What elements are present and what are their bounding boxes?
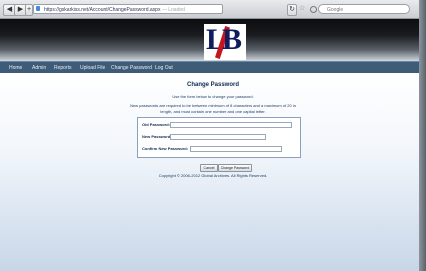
address-bar[interactable]: https://gskarkiss.net/Account/ChangePass…: [33, 4, 223, 14]
confirm-password-field[interactable]: [190, 146, 282, 152]
change-password-form: Old Password: New Password: Confirm New …: [137, 117, 301, 158]
search-icon: [310, 6, 317, 13]
browser-toolbar: ◀ ▶ + https://gskarkiss.net/Account/Chan…: [0, 0, 426, 19]
copyright-text: Copyright © 2006-2012 Global Archives. A…: [158, 173, 268, 178]
page-subtitle: Use the form below to change your passwo…: [172, 94, 254, 99]
window-edge: [419, 0, 426, 271]
logo-letter-b: B: [222, 23, 243, 56]
reload-button[interactable]: ↻: [287, 4, 297, 16]
page-content: Change Password Use the form below to ch…: [0, 73, 426, 271]
old-password-label: Old Password:: [142, 122, 171, 127]
new-password-field[interactable]: [170, 134, 266, 140]
bookmark-star-icon[interactable]: ☆: [299, 4, 305, 14]
page-title: Change Password: [186, 82, 239, 88]
url-scheme: https://: [44, 7, 60, 13]
search-input[interactable]: Google: [318, 4, 410, 14]
browser-window: ◀ ▶ + https://gskarkiss.net/Account/Chan…: [0, 0, 426, 271]
old-password-field[interactable]: [170, 122, 292, 128]
url-text: gskarkiss.net/Account/ChangePassword.asp…: [59, 7, 161, 13]
new-password-label: New Password:: [142, 134, 172, 139]
confirm-password-label: Confirm New Password:: [142, 146, 189, 151]
password-requirements-line-2: length, and must contain one number and …: [160, 109, 266, 114]
change-password-button[interactable]: Change Password: [218, 164, 252, 172]
url-status: — Loaded: [161, 7, 185, 13]
add-tab-button[interactable]: +: [25, 4, 33, 16]
site-logo[interactable]: L B: [204, 24, 246, 60]
secure-lock-icon: [36, 6, 40, 11]
password-requirements-line-1: New passwords are required to be between…: [130, 103, 296, 108]
cancel-button[interactable]: Cancel: [200, 164, 218, 172]
